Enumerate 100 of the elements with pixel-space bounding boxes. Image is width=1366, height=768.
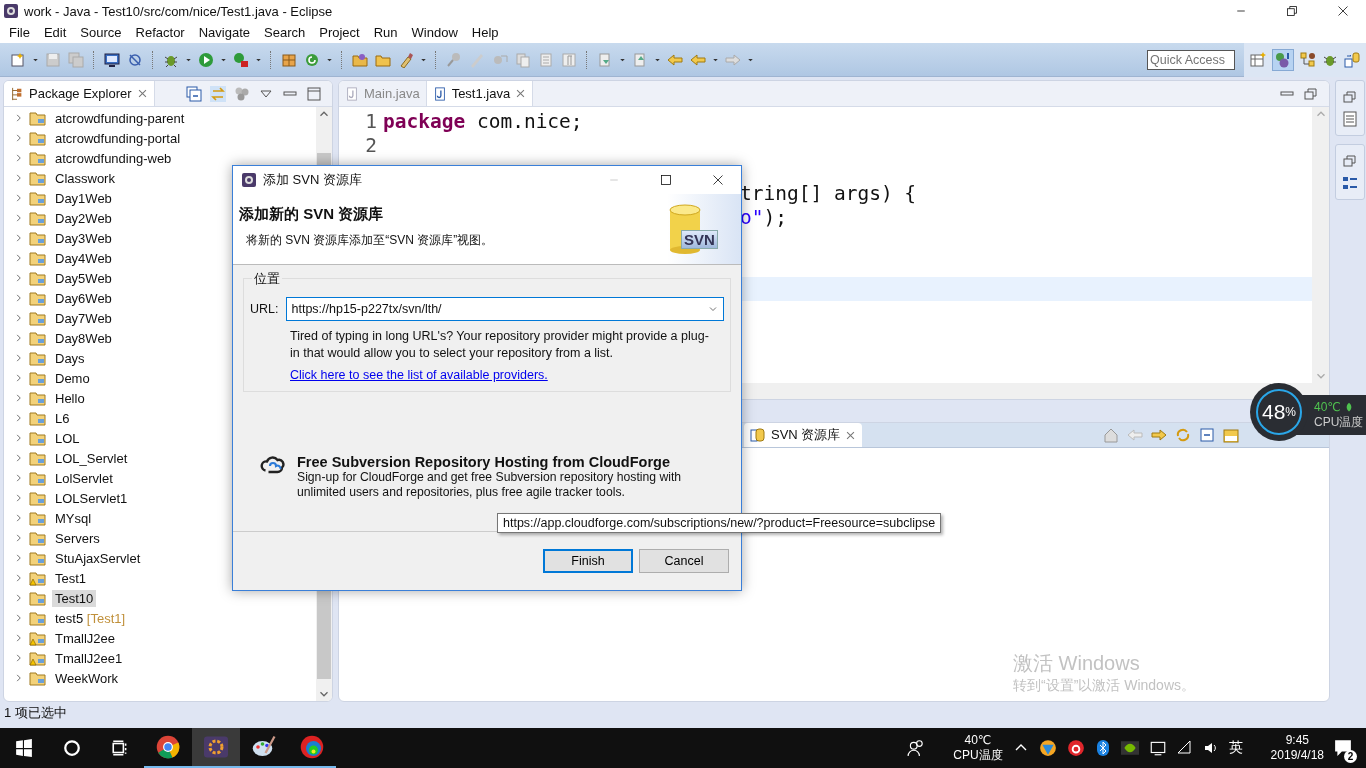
hierarchy-icon[interactable] — [1300, 51, 1316, 68]
collapse-all-icon[interactable] — [186, 85, 202, 102]
tree-item[interactable]: Day3Web — [52, 229, 115, 247]
menu-item[interactable]: Refactor — [128, 25, 192, 40]
menu-item[interactable]: Source — [73, 25, 129, 40]
people-icon[interactable] — [907, 739, 926, 757]
compare-icon[interactable] — [515, 51, 531, 68]
tree-item[interactable]: Day7Web — [52, 309, 115, 327]
refresh-icon[interactable] — [304, 51, 320, 68]
menu-item[interactable]: Project — [312, 25, 367, 40]
tree-item[interactable]: TmallJ2ee1 — [52, 649, 126, 667]
tree-item[interactable]: test5 [Test1] — [52, 609, 129, 627]
tree-item[interactable]: Day6Web — [52, 289, 115, 307]
task-list-icon[interactable] — [1342, 175, 1358, 191]
tree-item[interactable]: LOL — [52, 429, 83, 447]
tree-item[interactable]: LOLServlet1 — [52, 489, 131, 507]
tree-item[interactable]: Demo — [52, 369, 93, 387]
collapse-all-icon[interactable] — [1199, 427, 1215, 443]
promo-title[interactable]: Free Subversion Repository Hosting from CloudForge — [297, 454, 682, 470]
providers-link[interactable]: Click here to see the list of available providers. — [290, 368, 548, 382]
tree-item[interactable]: StuAjaxServlet — [52, 549, 144, 567]
forward-arrow-icon[interactable] — [1151, 427, 1167, 443]
bluetooth-icon[interactable] — [1094, 739, 1111, 757]
brush-icon[interactable] — [398, 51, 414, 68]
tree-item[interactable]: atcrowdfunding-parent — [52, 109, 188, 127]
tree-item[interactable]: Days — [52, 349, 88, 367]
tree-item[interactable]: atcrowdfunding-portal — [52, 129, 184, 147]
view-tab[interactable]: SVN 资源库 — [744, 423, 863, 447]
link-editor-icon[interactable] — [210, 85, 226, 102]
open-perspective-icon[interactable] — [1250, 51, 1266, 68]
menu-item[interactable]: Navigate — [191, 25, 257, 40]
tree-item[interactable]: MYsql — [52, 509, 95, 527]
triangle-logo-icon[interactable] — [1038, 739, 1057, 757]
next-annotation-icon[interactable] — [597, 51, 613, 68]
tree-item[interactable]: Day5Web — [52, 269, 115, 287]
last-edit-icon[interactable] — [667, 51, 683, 68]
network-icon[interactable] — [1148, 739, 1167, 757]
url-combo-box[interactable]: https://hp15-p227tx/svn/lth/ — [286, 297, 724, 321]
open-folder-icon[interactable] — [352, 51, 368, 68]
outline-view-icon[interactable] — [1342, 111, 1358, 127]
view-tab[interactable]: Package Explorer — [4, 81, 155, 106]
paragraph-icon[interactable] — [561, 51, 577, 68]
tree-item[interactable]: Day1Web — [52, 189, 115, 207]
focus-icon[interactable] — [234, 85, 250, 102]
input-method[interactable]: 英 — [1228, 739, 1243, 757]
package-icon[interactable] — [281, 51, 297, 68]
tree-item[interactable]: WeekWork — [52, 669, 122, 687]
quick-access-field[interactable]: Quick Access — [1147, 49, 1235, 70]
tree-item[interactable]: Test10 — [52, 589, 97, 607]
home-icon[interactable] — [1103, 427, 1119, 443]
task-view-icon[interactable] — [111, 739, 129, 757]
editor-tab[interactable]: Test1.java — [426, 81, 534, 106]
menu-item[interactable]: Edit — [36, 25, 74, 40]
maximize-icon[interactable] — [660, 174, 672, 186]
headphones-logo-icon[interactable] — [1066, 739, 1085, 757]
previous-annotation-icon[interactable] — [632, 51, 648, 68]
dialog-button[interactable]: Cancel — [639, 549, 729, 573]
volume-icon[interactable] — [1202, 740, 1219, 756]
tree-item[interactable]: Day2Web — [52, 209, 115, 227]
java-ee-perspective-icon[interactable] — [1275, 51, 1291, 68]
save-icon[interactable] — [45, 51, 61, 68]
list-icon[interactable] — [538, 51, 554, 68]
run-icon[interactable] — [198, 51, 214, 68]
close-icon[interactable] — [1337, 5, 1349, 17]
menu-item[interactable]: Window — [404, 25, 465, 40]
pin-tool-icon[interactable] — [446, 51, 462, 68]
tree-item[interactable]: TmallJ2ee — [52, 629, 118, 647]
palette-icon[interactable] — [252, 735, 276, 759]
gear-icon[interactable] — [204, 735, 228, 759]
restore-icon[interactable] — [1286, 5, 1298, 17]
tree-item[interactable]: L6 — [52, 409, 73, 427]
clock-time[interactable]: 9:45 — [1285, 733, 1309, 748]
tree-item[interactable]: Day8Web — [52, 329, 115, 347]
tree-item[interactable]: LOL_Servlet — [52, 449, 131, 467]
start-icon[interactable] — [15, 739, 33, 757]
menu-item[interactable]: Search — [257, 25, 313, 40]
graphics-icon[interactable] — [1120, 739, 1139, 757]
wifi-icon[interactable] — [1176, 740, 1193, 756]
scrollbar[interactable] — [1312, 107, 1329, 383]
tree-item[interactable]: atcrowdfunding-web — [52, 149, 175, 167]
run-external-icon[interactable] — [233, 51, 249, 68]
new-file-icon[interactable] — [10, 51, 26, 68]
dialog-button[interactable]: Finish — [543, 549, 633, 573]
refresh-icon[interactable] — [1175, 427, 1191, 443]
menu-item[interactable]: Run — [366, 25, 405, 40]
menu-item[interactable]: Help — [464, 25, 506, 40]
back-arrow-icon[interactable] — [690, 51, 706, 68]
rings-icon[interactable] — [300, 735, 324, 759]
browser-icon[interactable] — [156, 735, 180, 759]
monitor-icon[interactable] — [104, 51, 120, 68]
menu-item[interactable]: File — [2, 25, 37, 40]
tree-item[interactable]: Test1 — [52, 569, 90, 587]
tree-item[interactable]: Classwork — [52, 169, 118, 187]
tree-item[interactable]: Hello — [52, 389, 88, 407]
tree-item[interactable]: Servers — [52, 529, 103, 547]
clock-date[interactable]: 2019/4/18 — [1270, 748, 1324, 763]
search-icon[interactable] — [63, 739, 81, 757]
tree-item[interactable]: LolServlet — [52, 469, 116, 487]
svn-perspective-icon[interactable] — [1344, 51, 1360, 68]
tree-item[interactable]: Day4Web — [52, 249, 115, 267]
